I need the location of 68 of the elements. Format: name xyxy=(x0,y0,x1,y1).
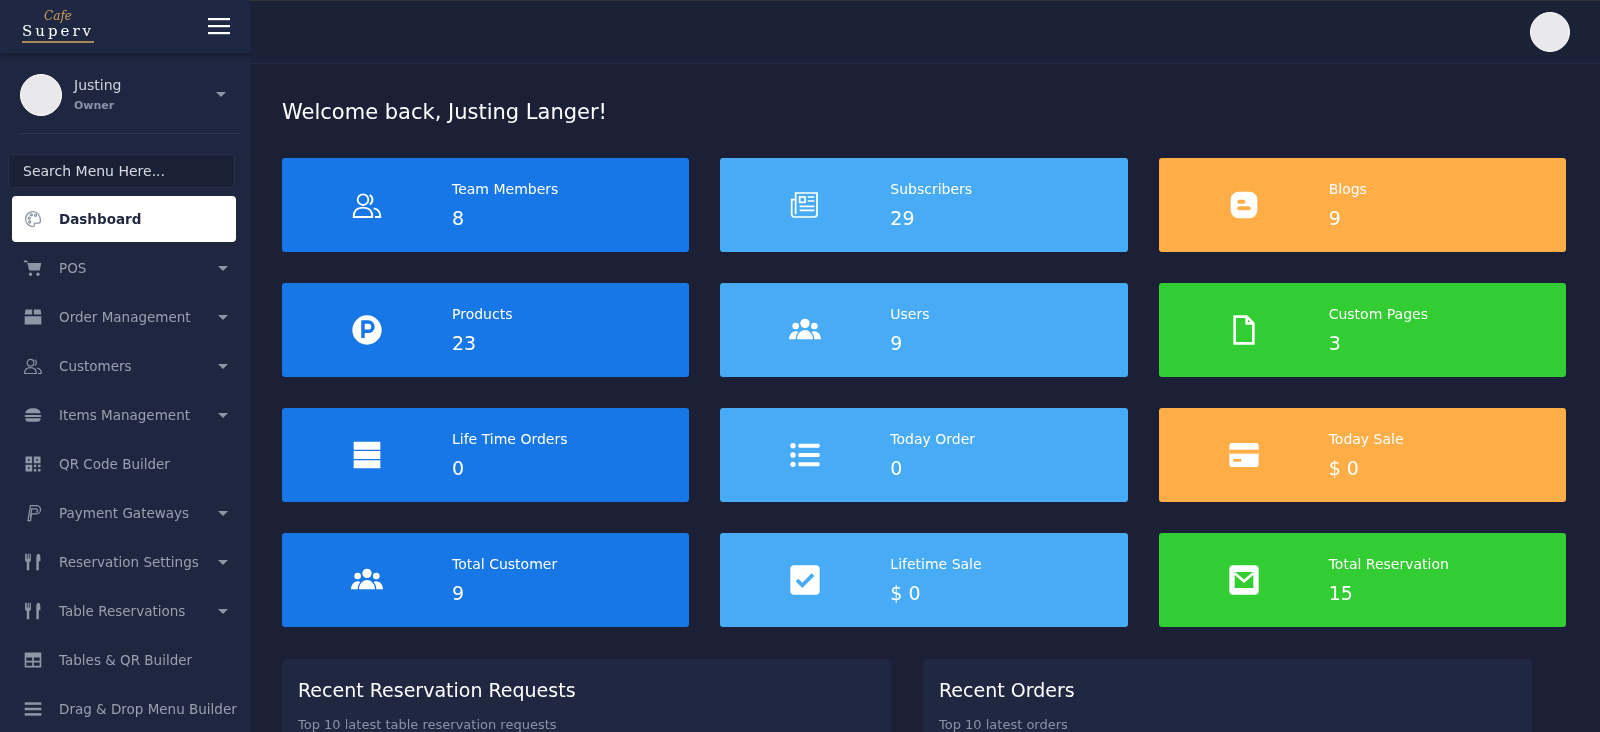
caret-icon[interactable] xyxy=(216,92,226,98)
stat-value: 9 xyxy=(452,582,466,604)
sidebar-item[interactable]: Payment Gateways xyxy=(12,490,236,536)
stat-label: Blogs xyxy=(1328,181,1367,197)
stat-label: Subscribers xyxy=(890,181,973,197)
caret-icon[interactable] xyxy=(218,559,228,565)
stat-label: Today Sale xyxy=(1328,431,1404,447)
stat-value: $ 0 xyxy=(890,582,922,604)
utensils-icon xyxy=(23,552,43,572)
user-name: Justing xyxy=(74,77,123,94)
caret-icon[interactable] xyxy=(218,314,228,320)
qr-code-icon xyxy=(23,454,43,474)
stat-value: 9 xyxy=(1328,207,1342,229)
caret-icon[interactable] xyxy=(218,265,228,271)
cafe-logo: Cafe Superv xyxy=(22,9,95,43)
p-circle-icon xyxy=(351,314,383,346)
sidebar-item[interactable]: QR Code Builder xyxy=(12,441,236,487)
stat-label: Total Reservation xyxy=(1328,556,1449,572)
stat-label: Life Time Orders xyxy=(452,431,568,447)
stat-value: $ 0 xyxy=(1328,457,1360,479)
stat-value: 0 xyxy=(890,457,904,479)
caret-icon[interactable] xyxy=(218,608,228,614)
sidebar-item[interactable]: Items Management xyxy=(12,392,236,438)
panel-subtitle: Top 10 latest table reservation requests xyxy=(298,717,558,732)
stat-value: 3 xyxy=(1328,332,1342,354)
panel-subtitle: Top 10 latest orders xyxy=(939,717,1069,732)
box-icon xyxy=(23,307,43,327)
stat-value: 29 xyxy=(890,207,916,229)
stat-value: 9 xyxy=(890,332,904,354)
stat-value: 15 xyxy=(1328,582,1354,604)
user-role: Owner xyxy=(74,99,116,113)
panel-title: Recent Reservation Requests xyxy=(298,679,577,701)
sidebar-item[interactable]: POS xyxy=(12,245,236,291)
stat-label: Users xyxy=(890,306,930,322)
panel-title: Recent Orders xyxy=(939,679,1076,701)
table-icon xyxy=(23,650,43,670)
bars-icon xyxy=(23,699,43,719)
stat-value: 23 xyxy=(452,332,478,354)
cart-icon xyxy=(23,258,43,278)
caret-icon[interactable] xyxy=(218,510,228,516)
sidebar-item[interactable]: Dashboard xyxy=(12,196,236,242)
welcome-heading: Welcome back, Justing Langer! xyxy=(282,100,608,124)
stat-value: 0 xyxy=(452,457,466,479)
stat-label: Products xyxy=(452,306,513,322)
sidebar-item[interactable]: Drag & Drop Menu Builder xyxy=(12,686,236,732)
server-icon xyxy=(351,439,383,471)
sidebar-item[interactable]: Tables & QR Builder xyxy=(12,637,236,683)
avatar xyxy=(20,73,62,116)
caret-icon[interactable] xyxy=(218,363,228,369)
palette-icon xyxy=(23,209,43,229)
checkbox-icon xyxy=(789,564,822,596)
burger-icon xyxy=(23,405,43,425)
sidebar-item[interactable]: Reservation Settings xyxy=(12,539,236,585)
sidebar-item[interactable]: Table Reservations xyxy=(12,588,236,634)
stat-label: Today Order xyxy=(890,431,976,447)
stat-label: Total Customer xyxy=(452,556,558,572)
stat-value: 8 xyxy=(452,207,466,229)
stat-label: Team Members xyxy=(452,181,559,197)
search-field[interactable]: Search Menu Here... xyxy=(8,153,235,188)
sidebar-item[interactable]: Customers xyxy=(12,343,236,389)
stat-label: Lifetime Sale xyxy=(890,556,982,572)
sidebar-item[interactable]: Order Management xyxy=(12,294,236,340)
caret-icon[interactable] xyxy=(218,412,228,418)
utensils-icon xyxy=(23,601,43,621)
envelope-icon xyxy=(1227,564,1260,596)
avatar[interactable] xyxy=(1530,12,1570,52)
users-icon xyxy=(23,356,43,376)
stat-label: Custom Pages xyxy=(1328,306,1428,322)
